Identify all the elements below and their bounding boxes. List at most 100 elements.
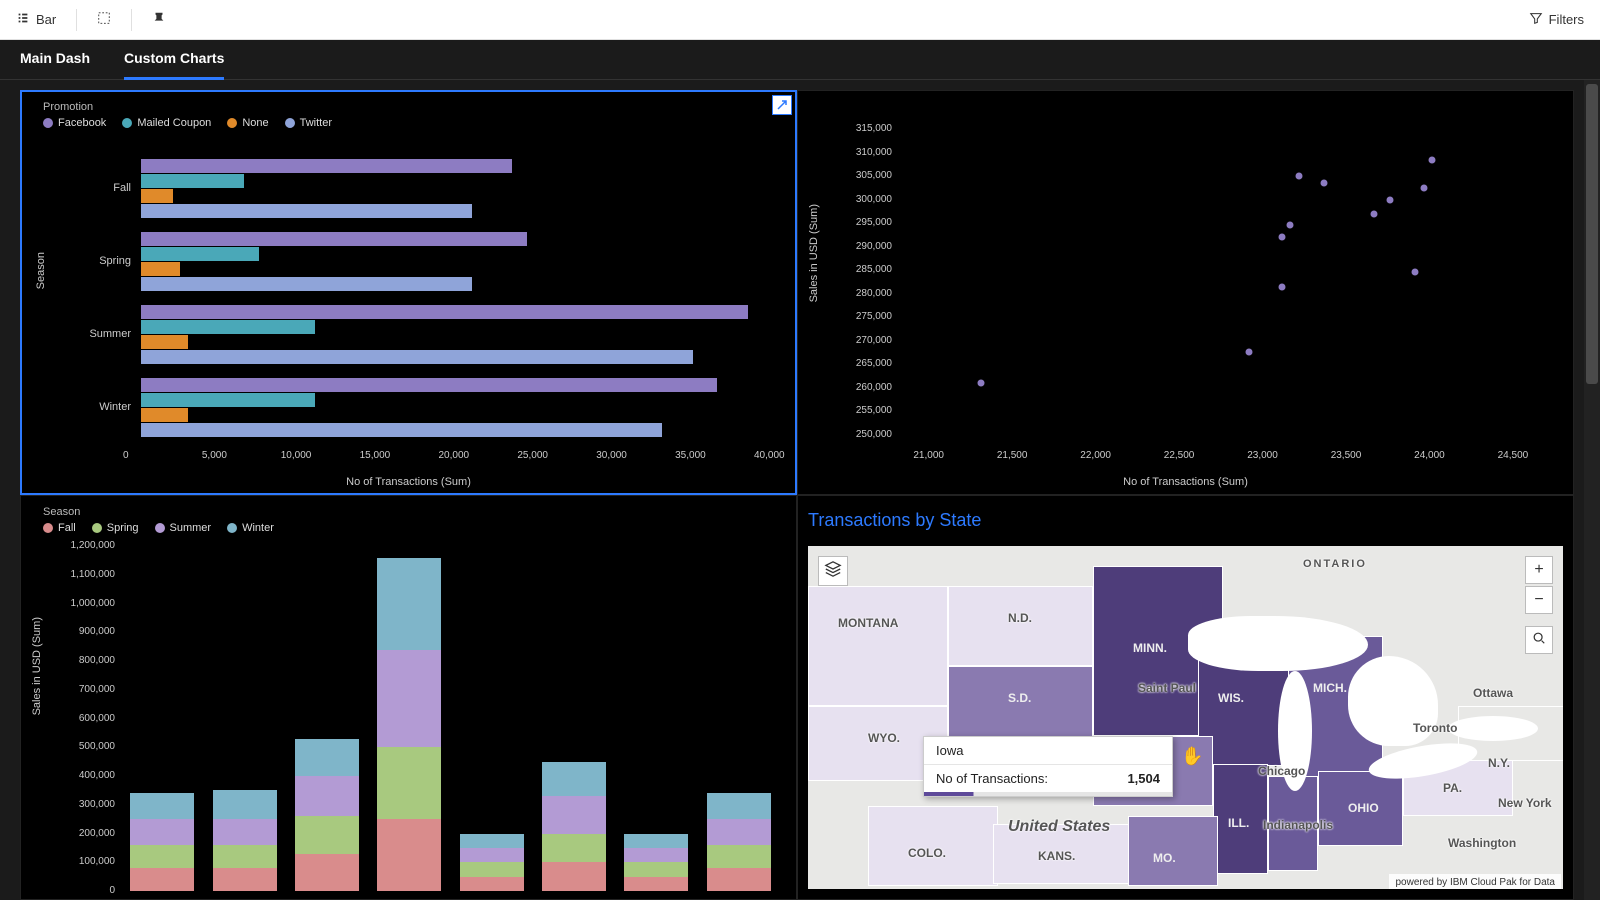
map-area[interactable]: + − (808, 546, 1563, 889)
bar-segment[interactable] (130, 819, 194, 845)
bar-segment[interactable] (141, 393, 315, 407)
bar-segment[interactable] (377, 819, 441, 891)
bar-segment[interactable] (295, 816, 359, 853)
chart-type-selector[interactable]: Bar (10, 7, 62, 32)
bar-segment[interactable] (141, 305, 748, 319)
bar-segment[interactable] (707, 793, 771, 819)
bar-segment[interactable] (542, 762, 606, 797)
bar-segment[interactable] (624, 848, 688, 862)
bar-segment[interactable] (141, 174, 244, 188)
bar-segment[interactable] (460, 862, 524, 876)
bar-segment[interactable] (141, 320, 315, 334)
bar-segment[interactable] (295, 739, 359, 776)
legend-item[interactable]: Winter (227, 522, 274, 534)
bar-segment[interactable] (213, 819, 277, 845)
bar-segment[interactable] (707, 819, 771, 845)
stacked-bar[interactable] (460, 834, 524, 892)
bar-segment[interactable] (130, 845, 194, 868)
bar-segment[interactable] (624, 877, 688, 891)
bar-segment[interactable] (141, 378, 717, 392)
bar-segment[interactable] (624, 834, 688, 848)
legend-swatch (43, 523, 53, 533)
stacked-bar[interactable] (707, 793, 771, 891)
chart-sales-vs-transactions[interactable]: 250,000255,000260,000265,000270,000275,0… (797, 90, 1574, 495)
state-montana[interactable] (808, 586, 948, 706)
chart-sales-by-category[interactable]: Season FallSpringSummerWinter 0100,00020… (20, 495, 797, 900)
chart-transactions-by-state[interactable]: Transactions by State + − (797, 495, 1574, 900)
legend-item[interactable]: Spring (92, 522, 139, 534)
state-north-dakota[interactable] (948, 586, 1093, 666)
scatter-point[interactable] (1245, 349, 1252, 356)
pin-button[interactable] (146, 7, 172, 32)
bar-segment[interactable] (213, 868, 277, 891)
bar-segment[interactable] (377, 650, 441, 748)
scatter-point[interactable] (1287, 222, 1294, 229)
stacked-bar[interactable] (377, 558, 441, 892)
zoom-in-button[interactable]: + (1525, 556, 1553, 584)
bar-segment[interactable] (377, 558, 441, 650)
state-label: COLO. (908, 846, 946, 860)
stacked-bar[interactable] (213, 790, 277, 891)
tab-main-dash[interactable]: Main Dash (20, 40, 90, 80)
bar-segment[interactable] (624, 862, 688, 876)
legend-item[interactable]: Mailed Coupon (122, 117, 211, 129)
legend-item[interactable]: Fall (43, 522, 76, 534)
y-tick: 1,000,000 (49, 598, 115, 609)
legend-item[interactable]: Twitter (285, 117, 332, 129)
bar-segment[interactable] (295, 776, 359, 816)
bar-segment[interactable] (213, 790, 277, 819)
layers-button[interactable] (818, 556, 848, 586)
zoom-out-button[interactable]: − (1525, 586, 1553, 614)
chart-promotion-by-season[interactable]: Promotion FacebookMailed CouponNoneTwitt… (20, 90, 797, 495)
stacked-bar[interactable] (542, 762, 606, 891)
bar-segment[interactable] (213, 845, 277, 868)
bar-segment[interactable] (141, 189, 173, 203)
expand-icon[interactable] (772, 95, 792, 115)
bar-segment[interactable] (460, 877, 524, 891)
scatter-point[interactable] (1278, 283, 1285, 290)
scatter-point[interactable] (1412, 269, 1419, 276)
map-search-button[interactable] (1525, 626, 1553, 654)
bar-segment[interactable] (542, 796, 606, 833)
bar-segment[interactable] (141, 335, 188, 349)
bar-segment[interactable] (542, 834, 606, 863)
stacked-bar[interactable] (295, 739, 359, 891)
scatter-point[interactable] (1387, 196, 1394, 203)
scatter-point[interactable] (1278, 234, 1285, 241)
bar-segment[interactable] (377, 747, 441, 819)
scatter-point[interactable] (1370, 210, 1377, 217)
bar-segment[interactable] (141, 204, 472, 218)
bar-segment[interactable] (130, 868, 194, 891)
y-tick: 1,200,000 (49, 540, 115, 551)
bar-segment[interactable] (707, 845, 771, 868)
legend-item[interactable]: None (227, 117, 268, 129)
legend-item[interactable]: Summer (155, 522, 212, 534)
bar-segment[interactable] (141, 232, 527, 246)
bar-segment[interactable] (141, 350, 693, 364)
bar-segment[interactable] (141, 277, 472, 291)
scatter-point[interactable] (1429, 156, 1436, 163)
scrollbar-thumb[interactable] (1586, 84, 1598, 384)
scatter-point[interactable] (1295, 173, 1302, 180)
scatter-point[interactable] (1420, 184, 1427, 191)
bar-segment[interactable] (295, 854, 359, 891)
scatter-point[interactable] (978, 379, 985, 386)
bar-segment[interactable] (141, 408, 188, 422)
filters-button[interactable]: Filters (1523, 7, 1590, 32)
vertical-scrollbar[interactable] (1584, 80, 1600, 900)
stacked-bar[interactable] (624, 834, 688, 892)
bar-segment[interactable] (707, 868, 771, 891)
bar-segment[interactable] (130, 793, 194, 819)
bar-segment[interactable] (460, 834, 524, 848)
bar-segment[interactable] (141, 262, 180, 276)
bar-segment[interactable] (141, 423, 662, 437)
tab-custom-charts[interactable]: Custom Charts (124, 40, 224, 80)
marquee-select-button[interactable] (91, 7, 117, 32)
legend-item[interactable]: Facebook (43, 117, 106, 129)
bar-segment[interactable] (141, 159, 512, 173)
bar-segment[interactable] (460, 848, 524, 862)
bar-segment[interactable] (542, 862, 606, 891)
bar-segment[interactable] (141, 247, 259, 261)
scatter-point[interactable] (1320, 180, 1327, 187)
stacked-bar[interactable] (130, 793, 194, 891)
